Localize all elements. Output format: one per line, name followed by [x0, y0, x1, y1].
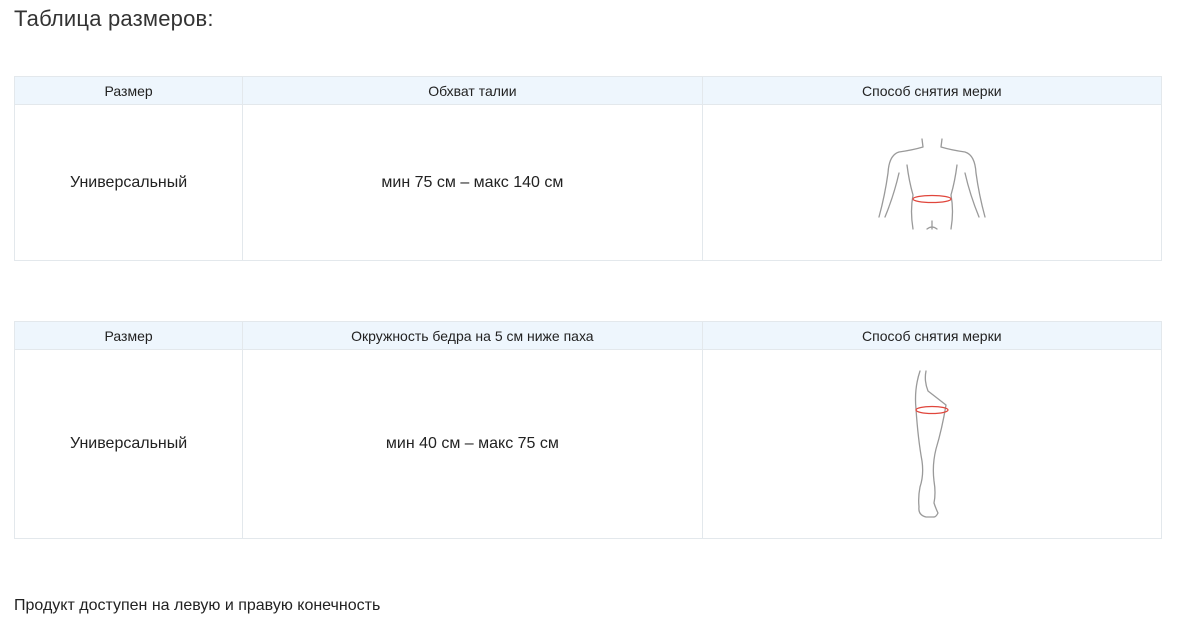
size-cell: Универсальный	[13, 349, 244, 539]
size-chart-page: Таблица размеров: Размер Обхват талии Сп…	[0, 0, 1200, 622]
table-header-row: Размер Обхват талии Способ снятия мерки	[13, 76, 1163, 105]
footer-note: Продукт доступен на левую и правую конеч…	[14, 597, 381, 614]
leg-thigh-figure-icon	[914, 370, 949, 518]
table-row: Универсальный мин 40 см – макс 75 см	[13, 349, 1163, 539]
torso-waist-figure-icon	[878, 137, 986, 230]
header-measurement: Окружность бедра на 5 см ниже паха	[242, 321, 703, 350]
size-cell: Универсальный	[13, 104, 244, 261]
thigh-size-table: Размер Окружность бедра на 5 см ниже пах…	[13, 321, 1163, 539]
page-title: Таблица размеров:	[14, 6, 214, 31]
method-cell	[701, 349, 1163, 539]
table-row: Универсальный мин 75 см – макс 140 см	[13, 104, 1163, 261]
range-cell: мин 75 см – макс 140 см	[242, 104, 703, 261]
header-measurement: Обхват талии	[242, 76, 703, 105]
header-method: Способ снятия мерки	[701, 321, 1163, 350]
header-method: Способ снятия мерки	[701, 76, 1163, 105]
waist-size-table: Размер Обхват талии Способ снятия мерки …	[13, 76, 1163, 261]
header-size: Размер	[13, 321, 244, 350]
method-cell	[701, 104, 1163, 261]
table-header-row: Размер Окружность бедра на 5 см ниже пах…	[13, 321, 1163, 350]
range-cell: мин 40 см – макс 75 см	[242, 349, 703, 539]
header-size: Размер	[13, 76, 244, 105]
